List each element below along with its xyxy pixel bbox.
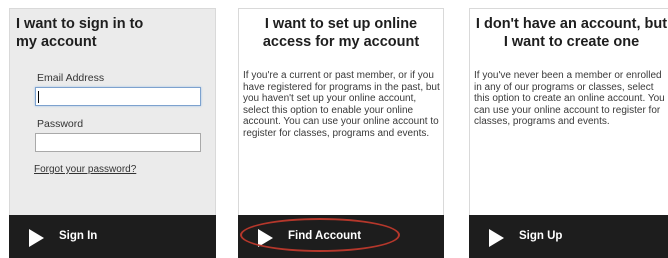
- create-account-title: I don't have an account, but I want to c…: [475, 16, 668, 50]
- sign-in-button-label: Sign In: [59, 230, 98, 242]
- sign-in-card: I want to sign in to my account Email Ad…: [9, 8, 216, 258]
- create-account-description: If you've never been a member or enrolle…: [474, 70, 665, 127]
- set-up-access-title: I want to set up online access for my ac…: [262, 16, 420, 50]
- play-triangle-icon: [489, 229, 504, 247]
- password-label: Password: [37, 118, 84, 130]
- create-account-card: I don't have an account, but I want to c…: [469, 8, 668, 258]
- play-triangle-icon: [29, 229, 44, 247]
- password-input[interactable]: [35, 133, 201, 152]
- sign-up-button-label: Sign Up: [519, 230, 563, 242]
- find-account-button-label: Find Account: [288, 230, 362, 242]
- find-account-button[interactable]: Find Account: [238, 215, 444, 258]
- forgot-password-link[interactable]: Forgot your password?: [34, 164, 136, 175]
- sign-in-title: I want to sign in to my account: [16, 16, 144, 50]
- account-options-page: I want to sign in to my account Email Ad…: [0, 0, 668, 258]
- set-up-access-card: I want to set up online access for my ac…: [238, 8, 444, 258]
- play-triangle-icon: [258, 229, 273, 247]
- email-label: Email Address: [37, 72, 105, 84]
- sign-up-button[interactable]: Sign Up: [469, 215, 668, 258]
- email-input[interactable]: [35, 87, 201, 106]
- sign-in-button[interactable]: Sign In: [9, 215, 216, 258]
- text-cursor: [38, 91, 39, 103]
- set-up-access-description: If you're a current or past member, or i…: [243, 70, 440, 139]
